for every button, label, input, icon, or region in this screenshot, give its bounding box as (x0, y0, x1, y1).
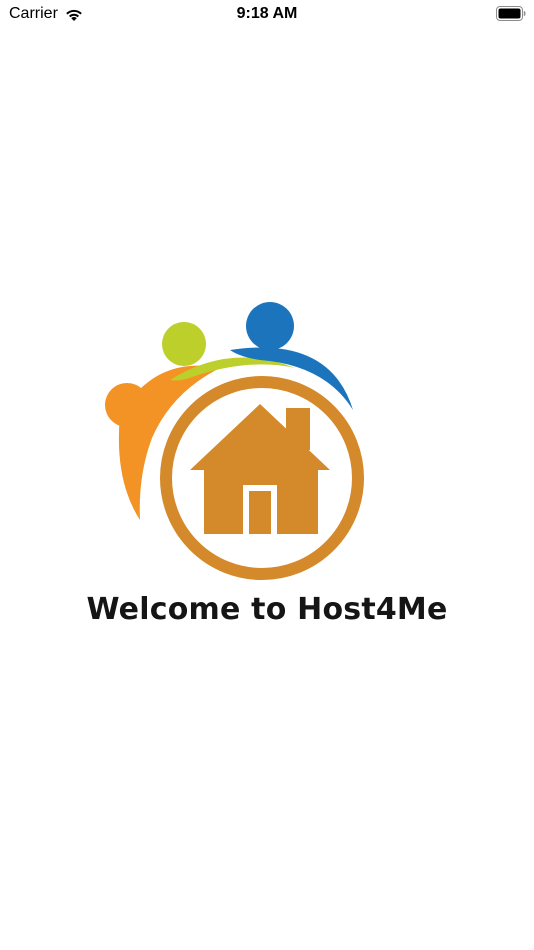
splash-screen: Welcome to Host4Me (0, 0, 534, 950)
house-icon (190, 404, 330, 534)
green-person-head (162, 322, 206, 366)
welcome-title: Welcome to Host4Me (86, 592, 448, 627)
blue-person-head (246, 302, 294, 350)
house-people-logo (105, 302, 364, 580)
